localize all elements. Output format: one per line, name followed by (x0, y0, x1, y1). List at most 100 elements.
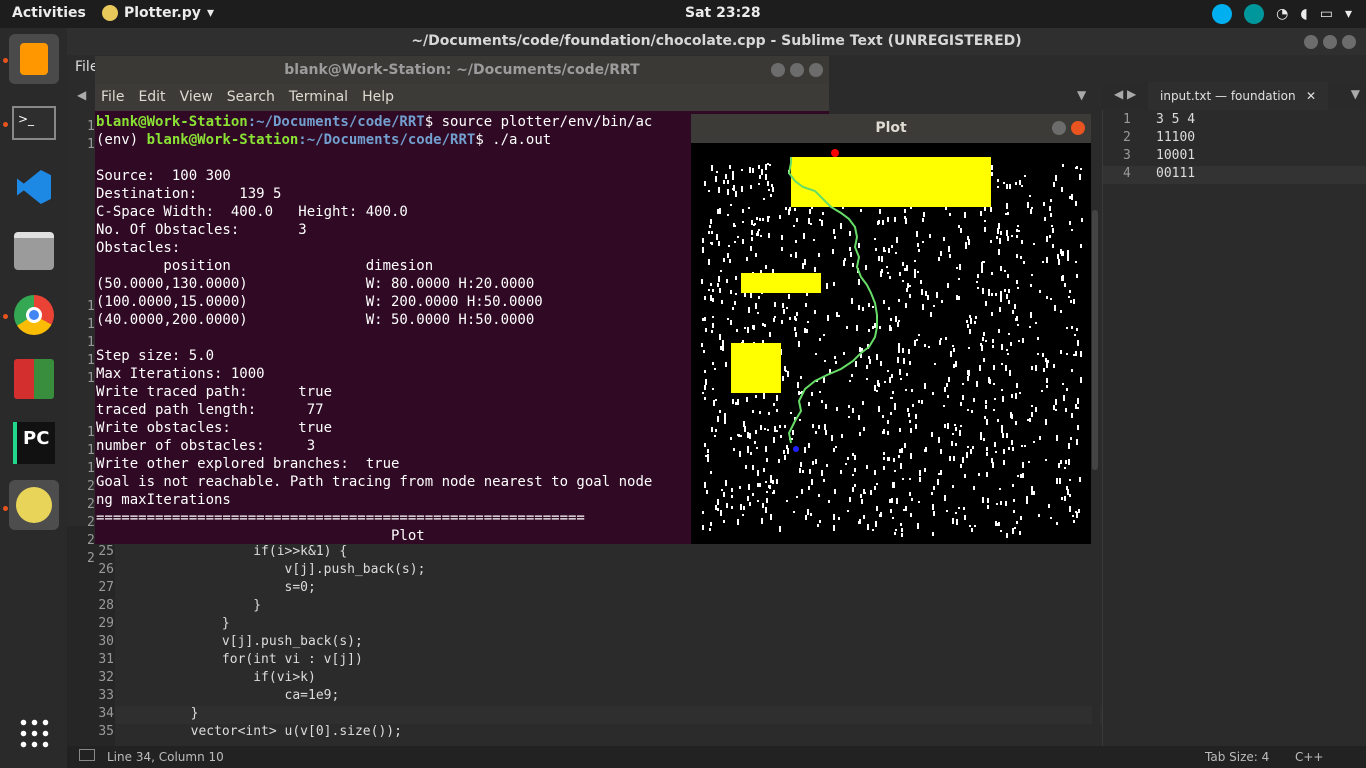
terminal-menu-item[interactable]: Search (227, 84, 275, 111)
minimize-button[interactable] (1304, 35, 1318, 49)
files-icon[interactable] (9, 226, 59, 276)
obstacle (741, 273, 821, 293)
minimize-button[interactable] (771, 63, 785, 77)
code-line: vector<int> u(v[0].size()); (128, 724, 402, 739)
right-editor-pane[interactable]: 1 3 5 4 2 11100 3 10001 4 00111 (1102, 110, 1366, 746)
line-number: 2 (87, 533, 95, 548)
terminal-output-line: Max Iterations: 1000 (96, 366, 265, 382)
line-number: 33 (98, 688, 114, 703)
line-number: 32 (98, 670, 114, 685)
terminal-window-controls[interactable] (771, 63, 823, 77)
cursor-position: Line 34, Column 10 (107, 750, 224, 764)
terminal-output-line: position dimesion (96, 258, 434, 274)
chrome-icon[interactable] (9, 290, 59, 340)
skype-icon[interactable] (1212, 4, 1233, 24)
tab-scroll-left-icon[interactable]: ◀ (77, 88, 86, 102)
code-line: if(vi>k) (128, 670, 316, 685)
running-indicator (3, 58, 8, 63)
prompt-path: :~/Documents/code/RRT (247, 114, 425, 130)
line-number: 2 (87, 551, 95, 566)
close-tab-icon[interactable]: ✕ (1306, 82, 1316, 110)
terminal-output-line: Obstacles: (96, 240, 181, 256)
line-number: 1 (87, 425, 95, 440)
terminal-output-line: Plot (96, 528, 425, 544)
tab-list-icon[interactable]: ▼ (1351, 87, 1360, 101)
terminal-output-line: ng maxIterations (96, 492, 231, 508)
scrollbar[interactable] (1092, 110, 1100, 746)
line-number: 30 (98, 634, 114, 649)
line-number: 35 (98, 724, 114, 739)
terminal-menu-item[interactable]: Help (362, 84, 394, 111)
terminal-menu-item[interactable]: Edit (138, 84, 165, 111)
window-controls[interactable] (1304, 35, 1356, 49)
plot-canvas (701, 149, 1083, 538)
minimize-button[interactable] (1052, 121, 1066, 135)
prompt-command: $ ./a.out (475, 132, 552, 148)
syntax-language[interactable]: C++ (1295, 750, 1324, 764)
software-center-icon[interactable] (9, 354, 59, 404)
line-number: 1 (87, 299, 95, 314)
prompt-line-2: (env) blank@Work-Station:~/Documents/cod… (96, 131, 551, 149)
running-indicator (3, 122, 8, 127)
line-number: 31 (98, 652, 114, 667)
activities-button[interactable]: Activities (12, 5, 86, 21)
close-button[interactable] (1342, 35, 1356, 49)
prompt-env: (env) (96, 132, 147, 148)
terminal-output-line: Goal is not reachable. Path tracing from… (96, 474, 653, 490)
terminal-output-line: Destination: 139 5 (96, 186, 282, 202)
volume-icon[interactable]: ◖ (1300, 6, 1307, 22)
sublime-text-icon[interactable] (9, 34, 59, 84)
code-line: v[j].push_back(s); (128, 562, 426, 577)
input-line: 00111 (1156, 166, 1196, 181)
input-line: 3 5 4 (1156, 112, 1196, 127)
power-icon[interactable]: ▾ (1345, 6, 1352, 22)
maximize-button[interactable] (1323, 35, 1337, 49)
code-line: } (128, 616, 230, 631)
wifi-icon[interactable]: ◔ (1276, 6, 1288, 22)
line-number: 26 (98, 562, 114, 577)
line-number: 34 (98, 706, 114, 721)
code-line: } (128, 598, 262, 613)
tab-input-txt[interactable]: input.txt — foundation ✕ (1148, 82, 1328, 110)
terminal-output-line: (100.0000,15.0000) W: 200.0000 H:50.0000 (96, 294, 543, 310)
line-number: 1 (87, 461, 95, 476)
close-button[interactable] (1071, 121, 1085, 135)
line-number: 25 (98, 544, 114, 559)
destination-marker (831, 149, 839, 157)
python-icon (102, 5, 118, 21)
clock[interactable]: Sat 23:28 (685, 5, 761, 21)
triangle-down-icon: ▾ (206, 5, 214, 21)
plot-window[interactable]: Plot (691, 114, 1091, 544)
line-number: 4 (1123, 166, 1131, 181)
panel-toggle-icon[interactable] (79, 749, 95, 761)
line-number: 1 (87, 335, 95, 350)
plot-window-controls[interactable] (1052, 121, 1085, 135)
line-number: 1 (87, 371, 95, 386)
prompt-user: blank@Work-Station (96, 114, 248, 130)
line-number: 2 (87, 479, 95, 494)
running-indicator (3, 506, 8, 511)
line-number: 1 (87, 443, 95, 458)
terminal-menu-item[interactable]: File (101, 84, 124, 111)
line-number: 28 (98, 598, 114, 613)
line-number: 27 (98, 580, 114, 595)
terminal-menu-item[interactable]: Terminal (289, 84, 348, 111)
terminal-icon[interactable]: >_ (9, 98, 59, 148)
system-tray[interactable]: ◔ ◖ ▭ ▾ (1212, 4, 1352, 24)
tab-size[interactable]: Tab Size: 4 (1205, 750, 1269, 764)
arduino-icon[interactable] (1244, 4, 1265, 24)
tab-scroll-icon[interactable]: ◀ ▶ (1114, 87, 1136, 101)
close-button[interactable] (809, 63, 823, 77)
vscode-icon[interactable] (9, 162, 59, 212)
python-plotter-icon[interactable] (9, 480, 59, 530)
maximize-button[interactable] (790, 63, 804, 77)
current-line-highlight (1103, 166, 1366, 184)
terminal-menu-item[interactable]: View (180, 84, 213, 111)
current-line-highlight (67, 706, 1102, 724)
tab-list-icon[interactable]: ▼ (1077, 88, 1086, 102)
code-line: v[j].push_back(s); (128, 634, 363, 649)
terminal-output-line: (40.0000,200.0000) W: 50.0000 H:50.0000 (96, 312, 535, 328)
battery-icon[interactable]: ▭ (1320, 6, 1333, 22)
app-menu[interactable]: Plotter.py ▾ (102, 5, 214, 21)
pycharm-icon[interactable]: PC (9, 418, 59, 468)
